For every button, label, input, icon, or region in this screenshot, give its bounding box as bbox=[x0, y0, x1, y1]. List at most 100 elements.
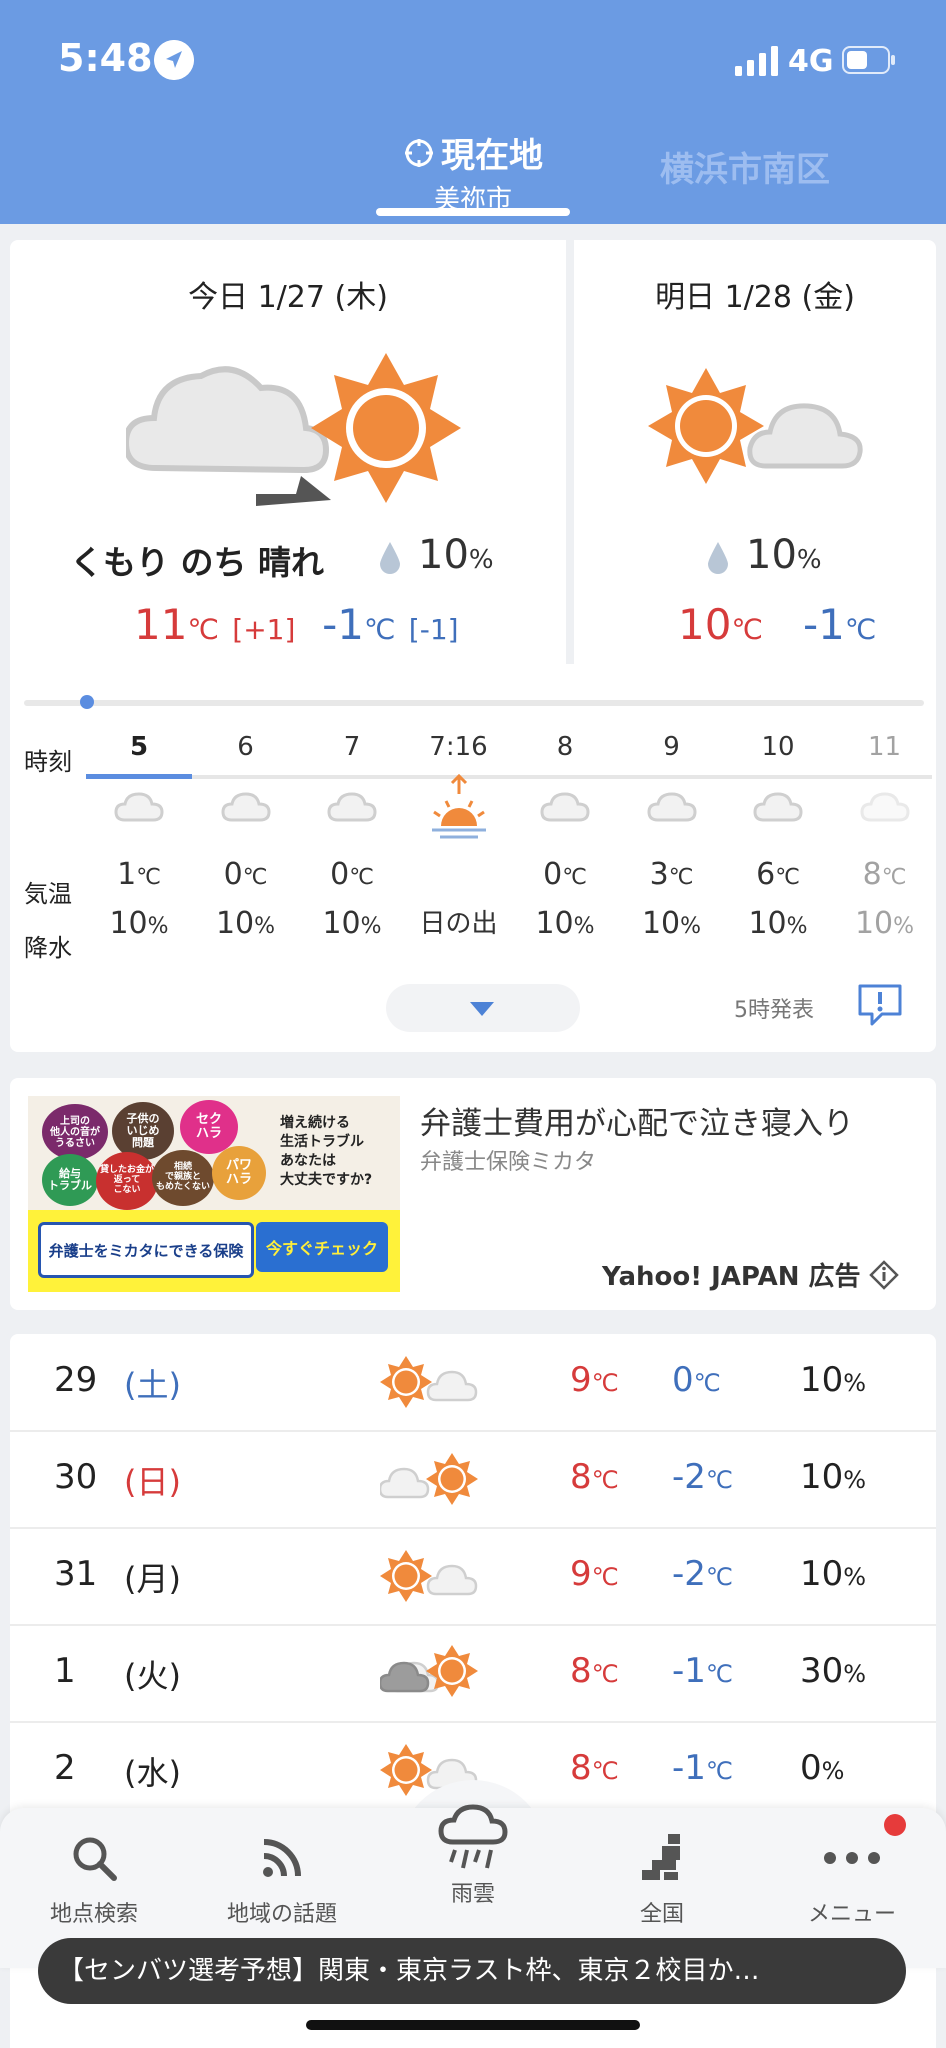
cloud-icon bbox=[220, 792, 271, 822]
nav-rain-radar[interactable]: 雨雲 bbox=[383, 1800, 563, 1908]
nav-search[interactable]: 地点検索 bbox=[4, 1828, 184, 1928]
week-rain: 10% bbox=[800, 1457, 867, 1497]
week-date: 29 bbox=[54, 1360, 98, 1400]
tomorrow-rain-chance: 10% bbox=[746, 532, 822, 578]
header: 5:48 4G 現在地 美祢市 横浜市南区 bbox=[0, 0, 946, 224]
week-rain: 10% bbox=[800, 1554, 867, 1594]
week-date: 2 bbox=[54, 1748, 76, 1788]
week-rain: 10% bbox=[800, 1360, 867, 1400]
hour-column: 7 0℃ 10% bbox=[299, 730, 405, 948]
network-type: 4G bbox=[788, 44, 834, 79]
weekly-row[interactable]: 30 (日) 8℃ -2℃ 10% bbox=[10, 1431, 936, 1529]
location-tabs: 現在地 美祢市 横浜市南区 bbox=[0, 120, 946, 224]
hour-label: 11 bbox=[867, 732, 902, 762]
hour-column: 11 8℃ 10% bbox=[832, 730, 938, 948]
hour-label: 10 bbox=[761, 732, 795, 762]
nav-menu[interactable]: メニュー bbox=[762, 1828, 942, 1928]
ad-bubble: 給与 トラブル bbox=[42, 1154, 98, 1206]
hour-label: 6 bbox=[237, 732, 254, 762]
hour-temp: 0℃ bbox=[543, 857, 587, 892]
hour-rain: 10% bbox=[109, 906, 169, 941]
today-rain-chance: 10% bbox=[418, 532, 494, 578]
news-ticker[interactable]: 【センバツ選考予想】関東・東京ラスト枠、東京２校目か… bbox=[38, 1938, 906, 2004]
nav-search-label: 地点検索 bbox=[49, 1902, 138, 1927]
ad-label[interactable]: Yahoo! JAPAN 広告 bbox=[602, 1256, 899, 1293]
ad-banner[interactable]: 上司の 他人の音が うるさい 子供の いじめ 問題 セク ハラ 給与 トラブル … bbox=[28, 1096, 400, 1292]
hour-label: 5 bbox=[129, 732, 149, 762]
hour-column: 10 6℃ 10% bbox=[725, 730, 831, 948]
day-divider bbox=[566, 240, 574, 664]
issued-time: 5時発表 bbox=[734, 998, 814, 1023]
weekly-row[interactable]: 31 (月) 9℃ -2℃ 10% bbox=[10, 1528, 936, 1626]
tab-current-location[interactable]: 現在地 美祢市 bbox=[376, 128, 570, 216]
report-icon[interactable] bbox=[856, 982, 904, 1026]
week-date: 30 bbox=[54, 1457, 98, 1497]
ad-insurance-button[interactable]: 弁護士をミカタにできる保険 bbox=[38, 1222, 254, 1278]
home-indicator bbox=[306, 2020, 640, 2030]
cloud-icon bbox=[753, 792, 803, 822]
rain-cloud-icon bbox=[438, 1804, 508, 1869]
weekly-row[interactable]: 29 (土) 9℃ 0℃ 10% bbox=[10, 1334, 936, 1432]
cloud-icon bbox=[114, 792, 164, 822]
week-day-of-week: (日) bbox=[124, 1463, 181, 1501]
nav-rain-radar-label: 雨雲 bbox=[450, 1882, 495, 1907]
nav-nationwide[interactable]: 全国 bbox=[572, 1828, 752, 1928]
cloud-icon bbox=[859, 792, 910, 822]
search-icon bbox=[73, 1837, 117, 1881]
week-high: 9℃ bbox=[570, 1554, 619, 1594]
cloud-icon bbox=[646, 792, 697, 822]
raindrop-icon bbox=[380, 542, 400, 574]
tab-current-label: 現在地 bbox=[441, 136, 543, 176]
hour-rain: 10% bbox=[748, 906, 808, 941]
cloud-icon bbox=[327, 792, 377, 822]
nav-local-topics-label: 地域の話題 bbox=[226, 1902, 337, 1927]
week-day-of-week: (月) bbox=[124, 1560, 181, 1598]
rss-icon bbox=[263, 1839, 301, 1877]
sun-and-cloud-icon bbox=[648, 368, 863, 484]
ad-check-button[interactable]: 今すぐチェック bbox=[256, 1222, 388, 1272]
status-time: 5:48 bbox=[58, 36, 153, 80]
week-day-of-week: (火) bbox=[124, 1657, 181, 1695]
row-label-temp: 気温 bbox=[24, 880, 72, 908]
ad-bubble: パワ ハラ bbox=[212, 1146, 266, 1200]
crosshair-icon bbox=[405, 138, 433, 167]
ad-copy: 増え続ける 生活トラブル あなたは 大丈夫ですか? bbox=[280, 1115, 373, 1188]
week-day-of-week: (土) bbox=[124, 1366, 181, 1404]
hour-column: 7:16 日の出 bbox=[406, 730, 512, 948]
battery-icon bbox=[842, 46, 895, 74]
ad-bubble: 貸したお金が 返って こない bbox=[96, 1152, 158, 1210]
expand-hourly-button[interactable] bbox=[386, 984, 580, 1032]
nav-local-topics[interactable]: 地域の話題 bbox=[192, 1828, 372, 1928]
week-low: -2℃ bbox=[672, 1554, 733, 1594]
cloud-then-sun-icon bbox=[126, 353, 461, 506]
hour-temp: 0℃ bbox=[330, 857, 374, 892]
hourly-scroll-track[interactable] bbox=[24, 700, 924, 706]
week-high: 8℃ bbox=[570, 1651, 619, 1691]
ad-bubble: 子供の いじめ 問題 bbox=[112, 1102, 174, 1160]
ad-advertiser: 弁護士保険ミカタ bbox=[420, 1150, 597, 1175]
week-rain: 30% bbox=[800, 1651, 867, 1691]
ad-card[interactable]: 上司の 他人の音が うるさい 子供の いじめ 問題 セク ハラ 給与 トラブル … bbox=[10, 1078, 936, 1310]
tomorrow-high: 10℃ bbox=[678, 600, 763, 649]
signal-icon bbox=[735, 46, 778, 76]
raindrop-icon bbox=[708, 542, 728, 574]
ad-bubble: 相続 で親族と もめたくない bbox=[152, 1150, 214, 1206]
tab-active-indicator bbox=[376, 208, 570, 216]
info-icon[interactable] bbox=[868, 1259, 899, 1290]
cloud-icon bbox=[540, 792, 590, 822]
sunrise-icon bbox=[431, 774, 486, 839]
hour-rain: 10% bbox=[535, 906, 595, 941]
ad-bubble: 上司の 他人の音が うるさい bbox=[42, 1104, 108, 1160]
hour-column: 8 0℃ 10% bbox=[512, 730, 618, 948]
tab-yokohama-minami[interactable]: 横浜市南区 bbox=[660, 142, 830, 191]
today-low: -1℃ [-1] bbox=[322, 600, 459, 649]
hour-rain: 10% bbox=[322, 906, 382, 941]
today-label: 今日 1/27 (木) bbox=[188, 280, 388, 315]
weekly-row[interactable]: 1 (火) 8℃ -1℃ 30% bbox=[10, 1625, 936, 1723]
hour-rain: 10% bbox=[641, 906, 702, 941]
week-high: 8℃ bbox=[570, 1457, 619, 1497]
hourly-scroll-thumb[interactable] bbox=[80, 695, 94, 709]
ad-title[interactable]: 弁護士費用が心配で泣き寝入り bbox=[420, 1098, 854, 1143]
week-high: 9℃ bbox=[570, 1360, 619, 1400]
tomorrow-label: 明日 1/28 (金) bbox=[655, 280, 855, 315]
